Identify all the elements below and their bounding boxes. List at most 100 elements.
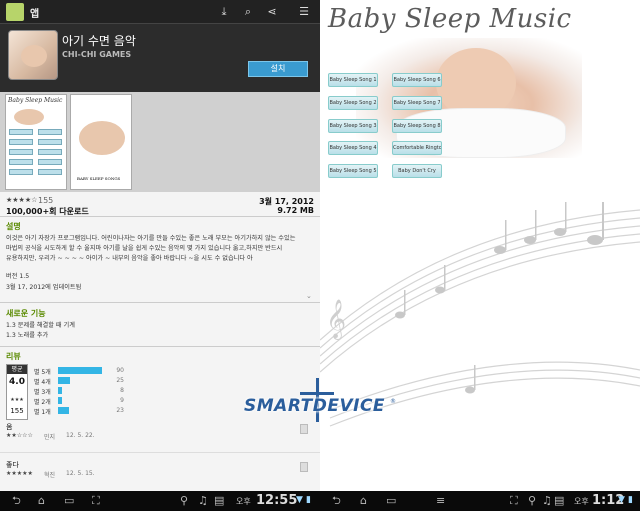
song-button-7[interactable]: Baby Sleep Song 7 bbox=[392, 96, 442, 110]
screenshot-strip[interactable]: Baby Sleep Music BABY SLEEP SONGS bbox=[0, 92, 320, 192]
review-date: 12. 5. 15. bbox=[66, 470, 95, 477]
review-item[interactable]: 좋다 ★★★★★ 혁진 12. 5. 15. bbox=[6, 460, 312, 484]
wifi-icon: ▼ bbox=[618, 495, 625, 505]
system-bar-left: ⮌ ⌂ ▭ ⛶ ⚲ ♫ ▤ 오후 12:55 ▼ ▮ bbox=[0, 491, 320, 511]
app-screen: 𝄞 Baby Sleep Music Baby Sleep Song 1 Bab… bbox=[320, 0, 640, 511]
media-icon: ▤ bbox=[214, 494, 225, 507]
histogram-label: 별 2개 bbox=[34, 399, 51, 406]
rating-count: 155 bbox=[38, 196, 54, 205]
histogram-count: 8 bbox=[120, 387, 124, 394]
app-stats: ★★★★☆ 155 100,000+회 다운로드 3월 17, 2012 9.7… bbox=[0, 194, 320, 216]
histogram-count: 23 bbox=[116, 407, 124, 414]
sleeping-baby-image bbox=[356, 38, 582, 158]
flag-review-icon[interactable] bbox=[300, 424, 308, 434]
song-button-3[interactable]: Baby Sleep Song 3 bbox=[328, 119, 378, 133]
average-label: 평균 bbox=[7, 365, 27, 374]
home-icon[interactable]: ⌂ bbox=[38, 495, 45, 507]
screenshot-icon[interactable]: ⛶ bbox=[92, 495, 100, 507]
media-icon: ▤ bbox=[554, 494, 565, 507]
song-button-4[interactable]: Baby Sleep Song 4 bbox=[328, 141, 378, 155]
battery-icon: ▮ bbox=[306, 495, 311, 505]
divider bbox=[0, 302, 320, 303]
clock: 12:55 bbox=[256, 493, 298, 508]
music-icon: ♫ bbox=[542, 494, 552, 507]
back-icon[interactable]: ⮌ bbox=[332, 495, 341, 507]
average-rating-box: 평균 4.0 ★★★ 155 bbox=[6, 364, 28, 420]
song-button-5[interactable]: Baby Sleep Song 5 bbox=[328, 164, 378, 178]
screenshot-2[interactable]: BABY SLEEP SONGS bbox=[70, 94, 132, 190]
whats-new-line-2: 1.3 노래를 추가 bbox=[6, 332, 49, 339]
baby-dont-cry-button[interactable]: Baby Don't Cry bbox=[392, 164, 442, 178]
play-store-page: 앱 ⤓ ⌕ ⋖ ☰ 아기 수면 음악 CHI-CHI GAMES 설치 Baby… bbox=[0, 0, 320, 511]
share-icon[interactable]: ⋖ bbox=[264, 4, 280, 20]
divider bbox=[0, 346, 320, 347]
reviews-title: 리뷰 bbox=[6, 352, 21, 361]
menu-icon[interactable]: ≡ bbox=[436, 495, 445, 507]
overflow-menu-icon[interactable]: ☰ bbox=[296, 4, 312, 20]
expand-chevron-icon[interactable]: ⌄ bbox=[306, 292, 312, 300]
app-name: 아기 수면 음악 bbox=[62, 34, 136, 48]
comfortable-ringtones-button[interactable]: Comfortable Ringtones bbox=[392, 141, 442, 155]
description-text[interactable]: 이것은 아기 자장가 프로그램입니다. 어린이나자는 아기를 만들 수있는 좋은… bbox=[6, 234, 312, 264]
battery-icon: ▮ bbox=[628, 495, 633, 505]
average-value: 4.0 bbox=[9, 377, 25, 387]
divider bbox=[0, 452, 320, 453]
histogram-row: 별 5개 90 bbox=[34, 366, 314, 376]
wifi-icon: ▼ bbox=[296, 495, 303, 505]
rating-total: 155 bbox=[10, 407, 24, 415]
histogram-bar bbox=[58, 377, 70, 384]
review-item[interactable]: 옴 ★★☆☆☆ 민지 12. 5. 22. bbox=[6, 422, 312, 446]
usb-icon: ⚲ bbox=[528, 494, 537, 507]
play-store-logo-icon[interactable] bbox=[6, 3, 24, 21]
song-button-8[interactable]: Baby Sleep Song 8 bbox=[392, 119, 442, 133]
review-stars: ★★☆☆☆ bbox=[6, 432, 33, 439]
review-title: 옴 bbox=[6, 423, 13, 431]
histogram-bar bbox=[58, 407, 69, 414]
screenshot-2-caption: BABY SLEEP SONGS bbox=[77, 176, 121, 181]
song-button-1[interactable]: Baby Sleep Song 1 bbox=[328, 73, 378, 87]
histogram-label: 별 1개 bbox=[34, 409, 51, 416]
search-icon[interactable]: ⌕ bbox=[240, 4, 256, 20]
histogram-count: 9 bbox=[120, 397, 124, 404]
watermark-registered: ® bbox=[390, 398, 396, 405]
review-date: 12. 5. 22. bbox=[66, 432, 95, 439]
recent-apps-icon[interactable]: ▭ bbox=[386, 495, 396, 507]
version-text: 버전 1.5 bbox=[6, 273, 30, 280]
music-staff-background: 𝄞 bbox=[320, 202, 640, 427]
histogram-bar bbox=[58, 387, 62, 394]
home-icon[interactable]: ⌂ bbox=[360, 495, 367, 507]
ampm-label: 오후 bbox=[236, 497, 251, 506]
histogram-label: 별 4개 bbox=[34, 379, 51, 386]
smartdevice-watermark-logo: SMARTDEVICE ® bbox=[244, 378, 400, 424]
histogram-count: 90 bbox=[116, 367, 124, 374]
whats-new-title: 새로운 기능 bbox=[6, 309, 46, 318]
watermark-text: SMARTDEVICE bbox=[244, 396, 386, 416]
review-title: 좋다 bbox=[6, 461, 19, 469]
system-bar-right: ⮌ ⌂ ▭ ≡ ⛶ ⚲ ♫ ▤ 오후 1:12 ▼ ▮ bbox=[320, 491, 640, 511]
rating-stars: ★★★★☆ bbox=[6, 196, 38, 204]
description-title: 설명 bbox=[6, 222, 21, 231]
app-size: 9.72 MB bbox=[277, 206, 314, 215]
review-author: 혁진 bbox=[44, 472, 56, 479]
screenshot-1[interactable]: Baby Sleep Music bbox=[5, 94, 67, 190]
song-button-2[interactable]: Baby Sleep Song 2 bbox=[328, 96, 378, 110]
app-icon bbox=[8, 30, 58, 80]
screenshot-icon[interactable]: ⛶ bbox=[510, 495, 518, 507]
song-button-6[interactable]: Baby Sleep Song 6 bbox=[392, 73, 442, 87]
svg-text:𝄞: 𝄞 bbox=[326, 299, 346, 340]
histogram-bar bbox=[58, 367, 102, 374]
install-button[interactable]: 설치 bbox=[248, 61, 308, 77]
histogram-label: 별 5개 bbox=[34, 369, 51, 376]
usb-icon: ⚲ bbox=[180, 494, 189, 507]
download-icon[interactable]: ⤓ bbox=[216, 4, 232, 20]
flag-review-icon[interactable] bbox=[300, 462, 308, 472]
music-icon: ♫ bbox=[198, 494, 208, 507]
recent-apps-icon[interactable]: ▭ bbox=[64, 495, 74, 507]
developer-name[interactable]: CHI-CHI GAMES bbox=[62, 50, 131, 59]
action-bar: 앱 ⤓ ⌕ ⋖ ☰ bbox=[0, 0, 320, 24]
back-icon[interactable]: ⮌ bbox=[12, 495, 21, 507]
whats-new-line-1: 1.3 문제를 해결할 때 기계 bbox=[6, 322, 75, 329]
app-title: Baby Sleep Music bbox=[328, 4, 572, 34]
histogram-count: 25 bbox=[116, 377, 124, 384]
action-bar-title: 앱 bbox=[30, 9, 40, 20]
